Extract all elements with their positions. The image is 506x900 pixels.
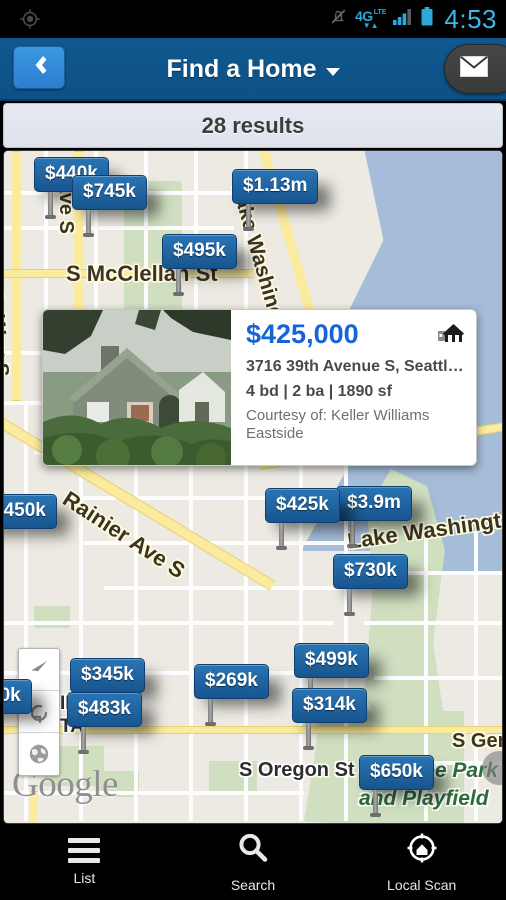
pin-price-label[interactable]: $425k [265, 488, 340, 523]
globe-layers-icon[interactable] [19, 733, 59, 775]
map-price-pin[interactable]: $483k [67, 692, 154, 754]
magnifier-icon [236, 831, 270, 870]
status-bar: 4G LTE ▼▲ 4:53 [0, 0, 506, 38]
map-price-pin[interactable]: $730k [333, 554, 420, 616]
map-street [244, 421, 248, 821]
map-price-pin[interactable]: $495k [162, 234, 249, 296]
map-street [134, 411, 138, 821]
map-street [4, 621, 334, 625]
pin-price-label[interactable]: $314k [292, 688, 367, 723]
pin-price-label[interactable]: $0k [4, 679, 32, 714]
pin-price-label[interactable]: $345k [70, 658, 145, 693]
bottom-navigation: List Search Local Scan [0, 824, 506, 900]
map-street [474, 531, 478, 821]
pin-price-label[interactable]: $730k [333, 554, 408, 589]
map-street [364, 621, 502, 625]
header-title-group: Find a Home [0, 38, 506, 101]
gps-crosshair-icon [0, 8, 60, 30]
house-icon [438, 321, 464, 348]
map-price-pin[interactable]: $269k [194, 664, 281, 726]
mail-button[interactable] [444, 44, 506, 94]
map-green-area [209, 761, 257, 791]
nav-label-list: List [73, 870, 96, 886]
map-price-pin[interactable]: $1.13m [232, 169, 331, 231]
battery-icon [421, 7, 433, 31]
property-price: $425,000 [246, 319, 359, 349]
crosshair-house-icon [405, 831, 439, 870]
app-screen: 4G LTE ▼▲ 4:53 Find a Home 28 results Av… [0, 0, 506, 900]
network-sub-label: LTE [373, 8, 387, 16]
nav-item-search[interactable]: Search [169, 824, 338, 900]
map-view[interactable]: Luther King Jr Way S Ave S S McClellan S… [3, 150, 503, 824]
chevron-down-icon[interactable] [325, 68, 340, 76]
pin-price-label[interactable]: $483k [67, 692, 142, 727]
app-header: Find a Home [0, 38, 506, 101]
status-bar-clock: 4:53 [444, 3, 497, 34]
map-price-pin[interactable]: $450k [4, 494, 69, 536]
back-button[interactable] [13, 46, 65, 89]
pin-price-label[interactable]: $450k [4, 494, 57, 529]
property-courtesy: Courtesy of: Keller Williams Eastside [246, 407, 430, 442]
map-street [104, 586, 344, 590]
map-price-pin[interactable]: $314k [292, 688, 379, 750]
pin-price-label[interactable]: $269k [194, 664, 269, 699]
property-info-card[interactable]: $425,000 3716 39th Avenue S, Seattle,...… [42, 309, 477, 466]
property-details: $425,000 3716 39th Avenue S, Seattle,...… [231, 310, 476, 465]
property-photo [43, 310, 231, 465]
map-price-pin[interactable]: $425k [265, 488, 352, 550]
map-price-pin[interactable]: $345k [70, 658, 157, 720]
nav-item-list[interactable]: List [0, 824, 169, 900]
chevron-left-icon [28, 52, 50, 83]
envelope-icon [459, 55, 489, 82]
hamburger-list-icon [68, 838, 101, 863]
pin-price-label[interactable]: $495k [162, 234, 237, 269]
results-count-label: 28 results [201, 112, 305, 138]
pin-price-label[interactable]: $745k [72, 175, 147, 210]
pin-price-label[interactable]: $650k [359, 755, 434, 790]
network-4g-icon: 4G LTE ▼▲ [355, 7, 387, 30]
map-street [4, 791, 304, 795]
status-bar-icons: 4G LTE ▼▲ 4:53 [329, 4, 506, 35]
map-price-pin[interactable]: $650k [359, 755, 446, 817]
pin-price-label[interactable]: $499k [294, 643, 369, 678]
map-arterial [30, 791, 38, 823]
map-price-pin[interactable]: $0k [4, 679, 44, 721]
pin-price-label[interactable]: $1.13m [232, 169, 319, 204]
nav-item-local-scan[interactable]: Local Scan [337, 824, 506, 900]
map-price-pin[interactable]: $499k [294, 643, 381, 705]
page-title: Find a Home [166, 55, 317, 83]
map-street [4, 226, 234, 230]
map-street [374, 676, 502, 680]
signal-bars-icon [393, 8, 414, 30]
map-price-pin[interactable]: $745k [72, 175, 159, 237]
property-specs: 4 bd | 2 ba | 1890 sf [246, 383, 392, 401]
nav-label-search: Search [230, 877, 276, 893]
property-address: 3716 39th Avenue S, Seattle,... [246, 358, 464, 376]
results-count-bar[interactable]: 28 results [3, 103, 503, 148]
map-street [299, 426, 303, 821]
nav-label-local-scan: Local Scan [387, 877, 457, 893]
bell-muted-icon [329, 7, 348, 31]
map-street [189, 416, 193, 821]
